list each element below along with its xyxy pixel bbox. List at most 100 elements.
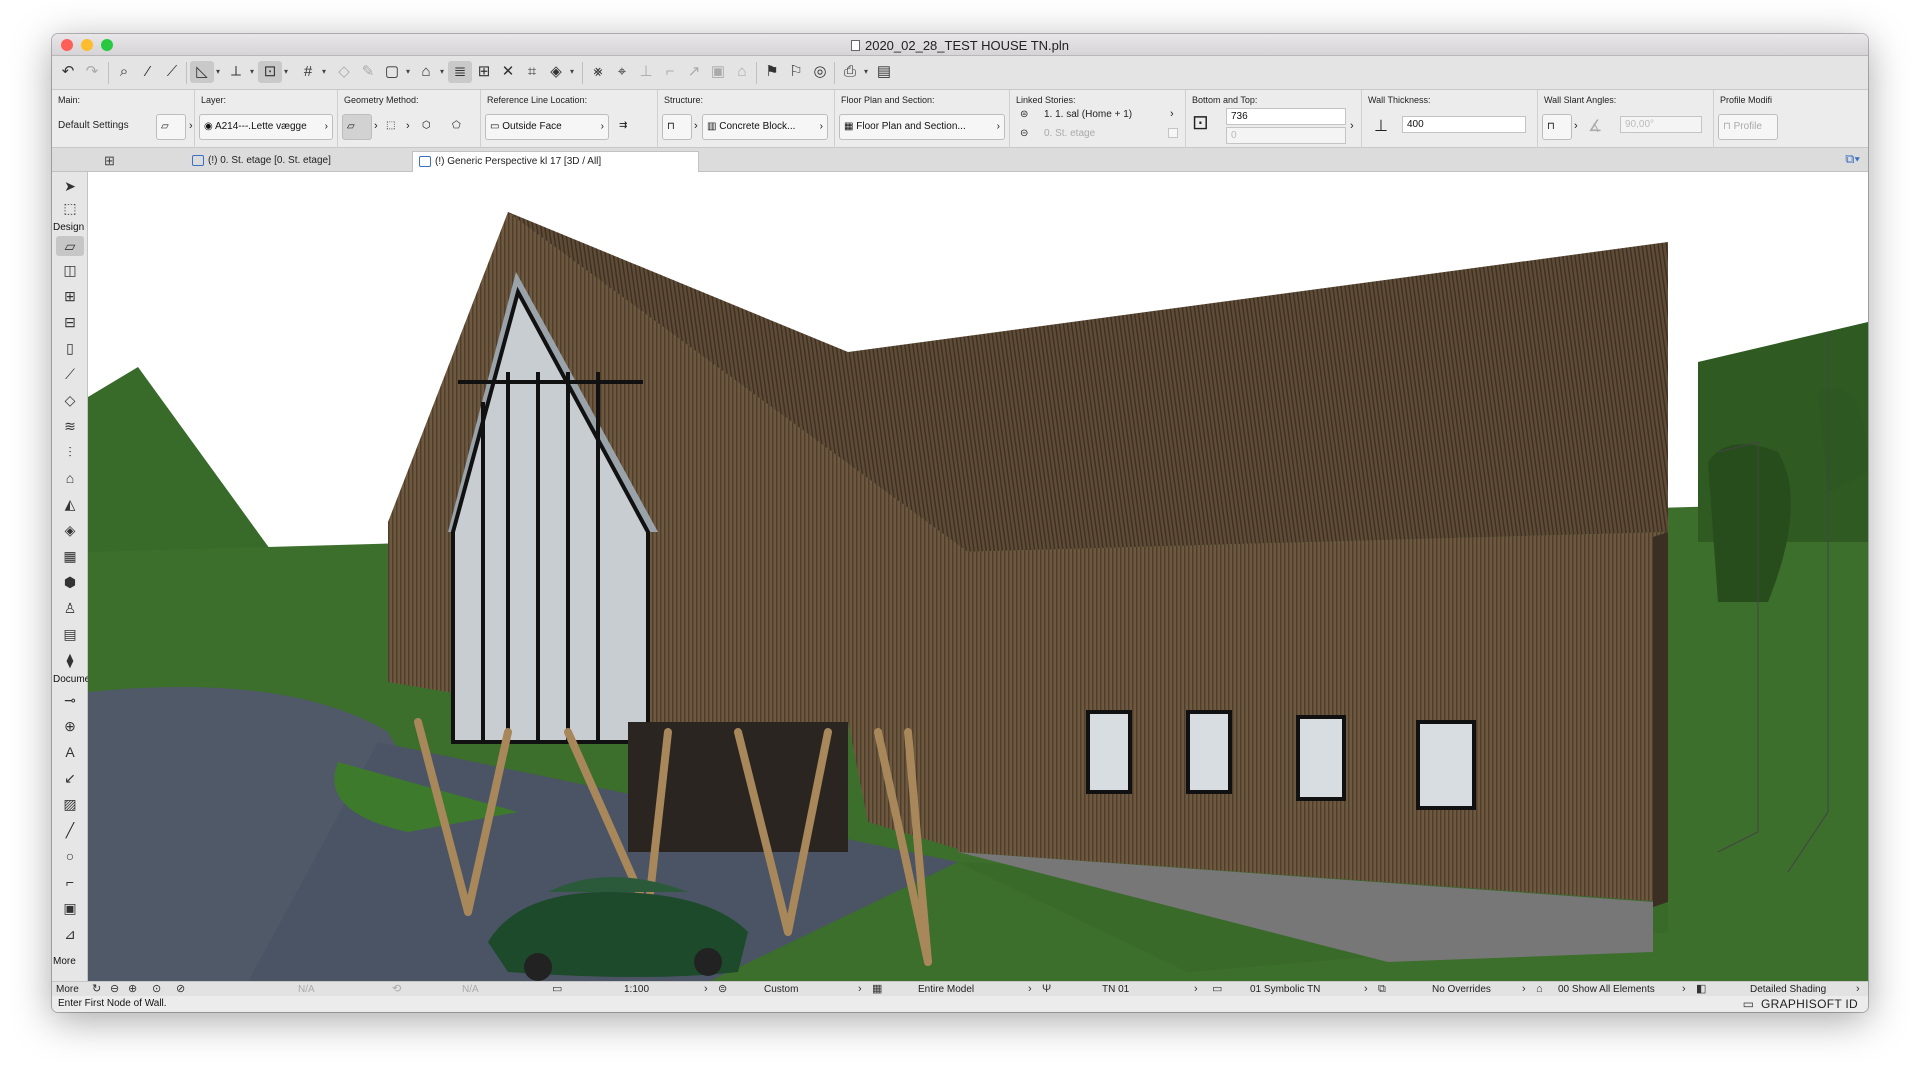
floor-plan-select[interactable]: ▦ Floor Plan and Section... › (839, 114, 1005, 140)
overrides-arrow-icon[interactable]: › (1522, 983, 1526, 996)
guide-dropdown-icon[interactable]: ▾ (250, 61, 254, 83)
slanted-wall-button[interactable]: ⬠ (448, 114, 474, 140)
snap-dropdown-icon[interactable]: ▾ (284, 61, 288, 83)
figure-tool-icon[interactable]: ⊿ (60, 924, 80, 944)
flip-reference-icon[interactable]: ⇉ (615, 114, 647, 140)
slab-tool-icon[interactable]: ◇ (332, 61, 356, 83)
suspend-groups-icon[interactable]: ▢ (380, 61, 404, 83)
pen-set-select[interactable]: Custom (764, 983, 798, 996)
eyedropper-icon[interactable]: ⁄ (136, 61, 160, 83)
guide-lines-icon[interactable]: ⟂ (224, 61, 248, 83)
pencil-icon[interactable]: ✎ (356, 61, 380, 83)
overrides-select[interactable]: No Overrides (1432, 983, 1491, 996)
zoom-out-icon[interactable]: ⊖ (110, 983, 119, 996)
renovation-arrow-icon[interactable]: › (1682, 983, 1686, 996)
slab-tool-icon[interactable]: ◇ (60, 390, 80, 410)
teamwork-icon[interactable]: ◎ (808, 61, 832, 83)
window-list-icon[interactable]: ▭ (1743, 997, 1754, 1011)
wall-tool-icon[interactable]: ▱ (56, 236, 84, 256)
bottom-story-checkbox[interactable] (1168, 128, 1178, 138)
redo-icon[interactable]: ↷ (80, 61, 104, 83)
wall-thickness-input[interactable]: 400 (1402, 116, 1526, 133)
roof-tool-icon[interactable]: ⌂ (60, 468, 80, 488)
window-tool-icon[interactable]: ⊞ (60, 286, 80, 306)
polyline-tool-icon[interactable]: ⌐ (60, 872, 80, 892)
level-dimension-icon[interactable]: ⊕ (60, 716, 80, 736)
marquee-icon[interactable]: ⬚ (60, 198, 80, 218)
publish-icon[interactable]: ⎙ (838, 61, 862, 83)
grid-snap-icon[interactable]: # (296, 61, 320, 83)
drawing-tool-icon[interactable]: ▣ (60, 898, 80, 918)
mesh-tool-icon[interactable]: ▦ (60, 546, 80, 566)
curtain-wall-icon[interactable]: ⊟ (60, 312, 80, 332)
arrow-icon[interactable]: ➤ (60, 176, 80, 196)
document-group-label[interactable]: Docume (53, 674, 90, 685)
model-view-combo[interactable]: TN 01 (1102, 983, 1129, 996)
bottom-linked-story[interactable]: 0. St. etage (1044, 128, 1095, 139)
zoom-in-icon[interactable]: ⊕ (128, 983, 137, 996)
stair-tool-icon[interactable]: ≋ (60, 416, 80, 436)
more-label[interactable]: More (56, 983, 79, 996)
flag-icon[interactable]: ⚑ (760, 61, 784, 83)
object-tool-icon[interactable]: ♙ (60, 598, 80, 618)
bottom-offset-input[interactable]: 0 (1226, 127, 1346, 144)
fit-in-window-icon[interactable]: ⊙ (152, 983, 161, 996)
fillet-icon[interactable]: ⌐ (658, 61, 682, 83)
slant-angle-input[interactable]: 90,00° (1620, 116, 1702, 133)
model-view-icon[interactable]: Ψ (1042, 983, 1051, 996)
roof-icon[interactable]: ⌂ (730, 61, 754, 83)
grid-view-icon[interactable]: ⊞ (104, 153, 115, 169)
layers-icon[interactable]: ⚐ (784, 61, 808, 83)
profile-select[interactable]: ⊓ Profile (1718, 114, 1778, 140)
shading-arrow-icon[interactable]: › (1856, 983, 1860, 996)
polygon-wall-button[interactable]: ⬡ (418, 114, 442, 140)
rotate-icon[interactable]: ⟲ (392, 983, 401, 996)
find-select-icon[interactable]: ⌕ (112, 61, 136, 83)
combo-arrow-icon[interactable]: › (1194, 983, 1198, 996)
view-options-icon[interactable]: ⧉▾ (1845, 151, 1860, 167)
groups-dropdown-icon[interactable]: ▾ (406, 61, 410, 83)
3d-dropdown-icon[interactable]: ▾ (570, 61, 574, 83)
align-icon[interactable]: ⌗ (520, 61, 544, 83)
lock-icon[interactable]: ⌂ (414, 61, 438, 83)
renovation-icon[interactable]: ⌂ (1536, 983, 1543, 996)
offset-icon[interactable]: ↗ (682, 61, 706, 83)
door-tool-icon[interactable]: ◫ (60, 260, 80, 280)
shading-icon[interactable]: ◧ (1696, 983, 1706, 996)
zone-tool-icon[interactable]: ▤ (60, 624, 80, 644)
adjust-icon[interactable]: ⊥ (634, 61, 658, 83)
overrides-icon[interactable]: ⧉ (1378, 983, 1386, 996)
dimension-tool-icon[interactable]: ⊸ (60, 690, 80, 710)
more-group-label[interactable]: More (53, 956, 76, 967)
wall-settings-button[interactable]: ▱ (156, 114, 186, 140)
3d-navigate-icon[interactable]: ◈ (544, 61, 568, 83)
layout-icon[interactable]: ≣ (448, 61, 472, 83)
beam-tool-icon[interactable]: ⟋ (60, 364, 80, 384)
publish-dropdown-icon[interactable]: ▾ (864, 61, 868, 83)
split-icon[interactable]: ▣ (706, 61, 730, 83)
undo-icon[interactable]: ↶ (56, 61, 80, 83)
model-arrow-icon[interactable]: › (1028, 983, 1032, 996)
line-tool-icon[interactable]: ╱ (60, 820, 80, 840)
layer-select[interactable]: ◉ A214---.Lette vægge › (199, 114, 333, 140)
fill-tool-icon[interactable]: ▨ (60, 794, 80, 814)
grid-dropdown-icon[interactable]: ▾ (322, 61, 326, 83)
structure-select[interactable]: ▥ Concrete Block... › (702, 114, 828, 140)
shell-tool-icon[interactable]: ◭ (60, 494, 80, 514)
skylight-tool-icon[interactable]: ◈ (60, 520, 80, 540)
morph-tool-icon[interactable]: ⬢ (60, 572, 80, 592)
shading-select[interactable]: Detailed Shading (1750, 983, 1826, 996)
column-tool-icon[interactable]: ▯ (60, 338, 80, 358)
orbit-icon[interactable]: ↻ (92, 983, 101, 996)
main-arrow-icon[interactable]: › (189, 120, 193, 132)
bimcloud-icon[interactable]: ▤ (872, 61, 896, 83)
reference-line-select[interactable]: ▭ Outside Face › (485, 114, 609, 140)
3d-viewport[interactable] (88, 172, 1868, 982)
scale-arrow-icon[interactable]: › (704, 983, 708, 996)
layer-combo-icon[interactable]: ⊜ (718, 983, 727, 996)
trace-dropdown-icon[interactable]: ▾ (216, 61, 220, 83)
top-linked-story[interactable]: 1. 1. sal (Home + 1) (1044, 109, 1132, 120)
measure-icon[interactable]: ⌖ (610, 61, 634, 83)
railing-tool-icon[interactable]: ⫶ (60, 442, 80, 462)
lock-dropdown-icon[interactable]: ▾ (440, 61, 444, 83)
